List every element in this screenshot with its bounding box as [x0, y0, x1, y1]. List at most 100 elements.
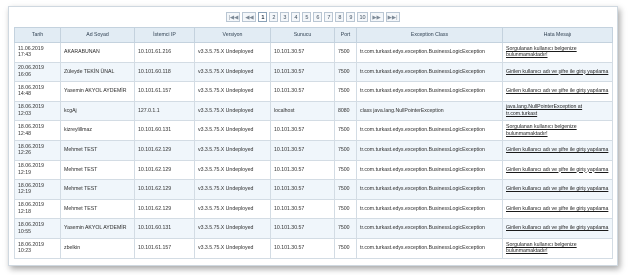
table-row[interactable]: 18.06.2019 12:48 kizreylillmaz 10.101.60.1… — [14, 120, 613, 141]
cell-port: 7500 — [334, 139, 357, 161]
table-row[interactable]: 18.06.2019 14:48 Yasemin AKYOL AYDEMİR 10.… — [14, 81, 613, 102]
cell-error-message[interactable]: Girilen kullanıcı adı ve şifre ile giriş… — [502, 198, 613, 220]
cell-error-message[interactable]: Girilen kullanıcı adı ve şifre ile giriş… — [502, 139, 613, 161]
column-header-istemci-ip[interactable]: İstemci IP — [134, 27, 195, 43]
cell-error-message[interactable]: Girilen kullanıcı adı ve şifre ile giriş… — [502, 81, 613, 102]
cell-error-message[interactable]: Girilen kullanıcı adı ve şifre ile giriş… — [502, 61, 613, 83]
cell-server: localhost — [270, 100, 335, 122]
page-8-button[interactable]: 8 — [335, 12, 345, 22]
cell-version: v3.3.5.75.X Undeployed — [194, 179, 271, 200]
cell-name: Züleyde TEKİN ÜNAL — [60, 61, 135, 83]
cell-date: 18.06.2019 10:55 — [14, 218, 61, 239]
cell-server: 10.101.30.57 — [270, 81, 335, 102]
first-page-button[interactable]: |◀◀ — [226, 12, 241, 22]
cell-client-ip: 10.101.61.216 — [134, 42, 195, 63]
cell-error-message[interactable]: Girilen kullanıcı adı ve şifre ile giriş… — [502, 159, 613, 181]
last-page-button[interactable]: ▶▶| — [385, 12, 400, 22]
cell-error-message[interactable]: Sorgulanan kullanıcı belgenize bulunmama… — [502, 120, 613, 141]
cell-version: v3.3.5.75.X Undeployed — [194, 42, 271, 63]
cell-exception-class: tr.com.turkast.edys.exception.BusinessLo… — [356, 61, 503, 83]
cell-error-message[interactable]: Girilen kullanıcı adı ve şifre ile giriş… — [502, 179, 613, 200]
cell-port: 7500 — [334, 120, 357, 141]
cell-port: 8080 — [334, 100, 357, 122]
table-row[interactable]: 18.06.2019 10:55 Yasemin AKYOL AYDEMİR 10.… — [14, 218, 613, 239]
column-header-port[interactable]: Port — [334, 27, 357, 43]
cell-port: 7500 — [334, 179, 357, 200]
page-3-button[interactable]: 3 — [280, 12, 290, 22]
cell-name: Mehmet TEST — [60, 139, 135, 161]
cell-server: 10.101.30.57 — [270, 159, 335, 181]
cell-version: v3.3.5.75.X Undeployed — [194, 61, 271, 83]
page-7-button[interactable]: 7 — [324, 12, 334, 22]
cell-client-ip: 127.0.1.1 — [134, 100, 195, 122]
cell-date: 11.06.2019 17:43 — [14, 42, 61, 63]
column-header-tarih[interactable]: Tarih — [14, 27, 61, 43]
column-header-exception-class[interactable]: Exception Class — [356, 27, 503, 43]
cell-name: AKARABUNAN — [60, 42, 135, 63]
table-row[interactable]: 18.06.2019 12:19 Mehmet TEST 10.101.62.129… — [14, 179, 613, 200]
cell-server: 10.101.30.57 — [270, 120, 335, 141]
table-row[interactable]: 18.06.2019 10:23 zbelkin 10.101.61.157 v3.3… — [14, 237, 613, 259]
table-row[interactable]: 18.06.2019 12:26 Mehmet TEST 10.101.62.129… — [14, 139, 613, 161]
cell-exception-class: tr.com.turkast.edys.exception.BusinessLo… — [356, 198, 503, 220]
cell-server: 10.101.30.57 — [270, 42, 335, 63]
cell-port: 7500 — [334, 198, 357, 220]
cell-error-message[interactable]: Sorgulanan kullanıcı belgenize bulunmama… — [502, 237, 613, 259]
cell-date: 18.06.2019 12:03 — [14, 100, 61, 122]
table-row[interactable]: 11.06.2019 17:43 AKARABUNAN 10.101.61.216 v… — [14, 42, 613, 63]
table-row[interactable]: 18.06.2019 12:18 Mehmet TEST 10.101.62.129… — [14, 198, 613, 220]
page-9-button[interactable]: 9 — [346, 12, 356, 22]
cell-port: 7500 — [334, 159, 357, 181]
next-page-button[interactable]: ▶▶ — [369, 12, 384, 22]
cell-client-ip: 10.101.60.118 — [134, 61, 195, 83]
cell-exception-class: tr.com.turkast.edys.exception.BusinessLo… — [356, 159, 503, 181]
pagination: |◀◀ ◀◀ 1 2 3 4 5 6 7 8 9 10 ▶▶ ▶▶| — [9, 12, 617, 24]
cell-version: v3.3.5.75.X Undeployed — [194, 198, 271, 220]
cell-exception-class: tr.com.turkast.edys.exception.BusinessLo… — [356, 42, 503, 63]
table-header-row: Tarih Ad Soyad İstemci IP Versiyon Sunuc… — [14, 27, 613, 43]
cell-port: 7500 — [334, 61, 357, 83]
cell-error-message[interactable]: java.lang.NullPointerException at tr.com… — [502, 100, 613, 122]
cell-client-ip: 10.101.62.129 — [134, 159, 195, 181]
column-header-ad-soyad[interactable]: Ad Soyad — [60, 27, 135, 43]
cell-name: Mehmet TEST — [60, 179, 135, 200]
cell-exception-class: tr.com.turkast.edys.exception.BusinessLo… — [356, 179, 503, 200]
cell-version: v3.3.5.75.X Undeployed — [194, 139, 271, 161]
cell-date: 18.06.2019 12:18 — [14, 198, 61, 220]
table-row[interactable]: 18.06.2019 12:03 kcgAj 127.0.1.1 v3.3.5.75.… — [14, 100, 613, 122]
cell-client-ip: 10.101.62.129 — [134, 198, 195, 220]
cell-exception-class: tr.com.turkast.edys.exception.BusinessLo… — [356, 81, 503, 102]
table-row[interactable]: 18.06.2019 12:19 Mehmet TEST 10.101.62.129… — [14, 159, 613, 181]
cell-server: 10.101.30.57 — [270, 218, 335, 239]
cell-client-ip: 10.101.62.129 — [134, 139, 195, 161]
cell-date: 18.06.2019 12:26 — [14, 139, 61, 161]
table-row[interactable]: 20.06.2019 16:06 Züleyde TEKİN ÜNAL 10.101… — [14, 61, 613, 83]
cell-name: zbelkin — [60, 237, 135, 259]
cell-server: 10.101.30.57 — [270, 237, 335, 259]
cell-date: 18.06.2019 12:19 — [14, 179, 61, 200]
cell-error-message[interactable]: Sorgulanan kullanıcı belgenize bulunmama… — [502, 42, 613, 63]
cell-client-ip: 10.101.60.131 — [134, 120, 195, 141]
column-header-sunucu[interactable]: Sunucu — [270, 27, 335, 43]
page-6-button[interactable]: 6 — [313, 12, 323, 22]
cell-client-ip: 10.101.60.131 — [134, 218, 195, 239]
cell-port: 7500 — [334, 42, 357, 63]
page-10-button[interactable]: 10 — [357, 12, 368, 22]
page-4-button[interactable]: 4 — [291, 12, 301, 22]
cell-exception-class: tr.com.turkast.edys.exception.BusinessLo… — [356, 120, 503, 141]
cell-version: v3.3.5.75.X Undeployed — [194, 100, 271, 122]
cell-date: 18.06.2019 12:48 — [14, 120, 61, 141]
error-log-table: Tarih Ad Soyad İstemci IP Versiyon Sunuc… — [14, 27, 613, 259]
prev-page-button[interactable]: ◀◀ — [242, 12, 257, 22]
column-header-hata-mesaji[interactable]: Hata Mesajı — [502, 27, 613, 43]
cell-port: 7500 — [334, 81, 357, 102]
page-1-button[interactable]: 1 — [258, 12, 268, 22]
page-5-button[interactable]: 5 — [302, 12, 312, 22]
cell-port: 7500 — [334, 237, 357, 259]
cell-error-message[interactable]: Girilen kullanıcı adı ve şifre ile giriş… — [502, 218, 613, 239]
page-2-button[interactable]: 2 — [269, 12, 279, 22]
column-header-versiyon[interactable]: Versiyon — [194, 27, 271, 43]
cell-date: 20.06.2019 16:06 — [14, 61, 61, 83]
cell-name: kizreylillmaz — [60, 120, 135, 141]
cell-server: 10.101.30.57 — [270, 61, 335, 83]
